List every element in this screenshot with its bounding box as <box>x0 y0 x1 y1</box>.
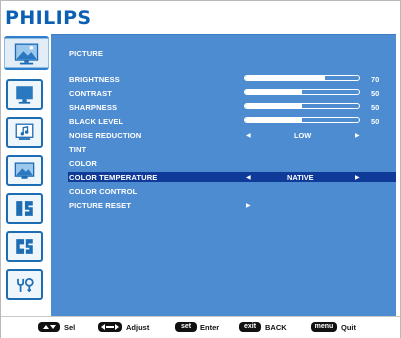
config2-icon[interactable] <box>6 231 43 262</box>
brand-logo: PHILIPS <box>5 7 92 29</box>
contrast-value: 50 <box>371 89 380 98</box>
brightness-value: 70 <box>371 75 380 84</box>
color-temperature-left-arrow-icon[interactable]: ◀ <box>246 174 251 181</box>
exit-key: exit <box>239 322 261 332</box>
brightness-label[interactable]: BRIGHTNESS <box>69 75 120 84</box>
sharpness-value: 50 <box>371 103 380 112</box>
osd-window: PHILIPS PICTURE BRIGHTNESS 70 CONTRAST 5… <box>0 0 401 338</box>
quit-label: Quit <box>341 323 356 332</box>
color-temperature-label[interactable]: COLOR TEMPERATURE <box>69 173 157 182</box>
updown-key-icon <box>38 322 60 332</box>
enter-label: Enter <box>200 323 220 332</box>
color-temperature-value: NATIVE <box>287 173 314 182</box>
picture-menu-panel: PICTURE BRIGHTNESS 70 CONTRAST 50 SHARPN… <box>51 34 396 317</box>
color-label[interactable]: COLOR <box>69 159 97 168</box>
color-control-label[interactable]: COLOR CONTROL <box>69 187 137 196</box>
noise-reduction-value: LOW <box>294 131 312 140</box>
sharpness-slider-fill <box>245 104 302 108</box>
black-level-slider[interactable] <box>244 117 360 123</box>
picture-reset-arrow-icon[interactable]: ▶ <box>246 202 251 209</box>
black-level-slider-fill <box>245 118 302 122</box>
contrast-slider-fill <box>245 90 302 94</box>
brightness-slider[interactable] <box>244 75 360 81</box>
sel-label: Sel <box>64 323 76 332</box>
advanced-option-icon[interactable] <box>6 269 43 300</box>
audio-icon[interactable] <box>6 117 43 148</box>
contrast-label[interactable]: CONTRAST <box>69 89 112 98</box>
picture-reset-label[interactable]: PICTURE RESET <box>69 201 131 210</box>
adjust-label: Adjust <box>126 323 150 332</box>
tint-label[interactable]: TINT <box>69 145 86 154</box>
black-level-label[interactable]: BLACK LEVEL <box>69 117 123 126</box>
brightness-slider-fill <box>245 76 325 80</box>
sidebar <box>3 34 51 315</box>
menu-key: menu <box>311 322 337 332</box>
sharpness-slider[interactable] <box>244 103 360 109</box>
sharpness-label[interactable]: SHARPNESS <box>69 103 117 112</box>
back-label: BACK <box>265 323 287 332</box>
set-key: set <box>175 322 197 332</box>
color-temperature-right-arrow-icon[interactable]: ▶ <box>355 174 360 181</box>
screen-icon[interactable] <box>6 79 43 110</box>
noise-reduction-left-arrow-icon[interactable]: ◀ <box>246 132 251 139</box>
pip-icon[interactable] <box>6 155 43 186</box>
noise-reduction-right-arrow-icon[interactable]: ▶ <box>355 132 360 139</box>
noise-reduction-label[interactable]: NOISE REDUCTION <box>69 131 141 140</box>
key-hint-bar: Sel Adjust set Enter exit BACK menu Quit <box>1 316 400 338</box>
black-level-value: 50 <box>371 117 380 126</box>
config1-icon[interactable] <box>6 193 43 224</box>
leftright-key-icon <box>98 322 122 332</box>
picture-icon[interactable] <box>4 36 49 70</box>
contrast-slider[interactable] <box>244 89 360 95</box>
menu-title: PICTURE <box>69 49 104 58</box>
